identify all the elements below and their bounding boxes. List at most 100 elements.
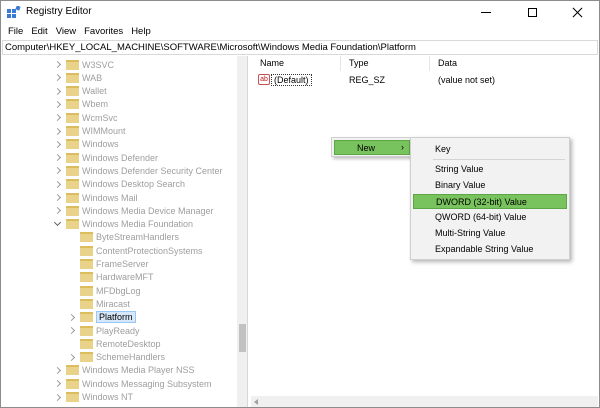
- column-divider[interactable]: [429, 56, 430, 71]
- tree-item-label: Windows Media Player NSS: [82, 365, 195, 376]
- tree-item-label: SchemeHandlers: [96, 352, 166, 363]
- menu-help[interactable]: Help: [127, 24, 155, 39]
- string-value-icon: ab: [258, 74, 270, 85]
- tree-item[interactable]: W3SVC: [54, 58, 114, 71]
- folder-icon: [66, 59, 79, 70]
- column-header-data[interactable]: Data: [438, 58, 457, 68]
- tree-item[interactable]: Windows Media Foundation: [54, 218, 193, 231]
- value-row[interactable]: ab (Default) REG_SZ (value not set): [251, 73, 598, 87]
- chevron-right-icon[interactable]: [54, 191, 62, 204]
- tree-item-label: Windows Defender Security Center: [82, 165, 223, 176]
- tree-item[interactable]: WIMMount: [54, 125, 126, 138]
- submenu-item[interactable]: QWORD (64-bit) Value: [413, 210, 567, 225]
- chevron-right-icon[interactable]: [68, 351, 76, 364]
- tree-item[interactable]: WAB: [54, 71, 102, 84]
- tree-item-label: ContentProtectionSystems: [96, 245, 203, 256]
- tree-item[interactable]: PlayReady: [68, 324, 140, 337]
- minimize-button[interactable]: [463, 1, 509, 24]
- chevron-right-icon[interactable]: [54, 85, 62, 98]
- tree-item[interactable]: HardwareMFT: [68, 271, 154, 284]
- tree-item-label: Windows Mail: [82, 192, 138, 203]
- tree-item[interactable]: Windows Defender Security Center: [54, 164, 223, 177]
- close-button[interactable]: [554, 1, 600, 24]
- tree-item[interactable]: Windows Defender: [54, 151, 158, 164]
- folder-icon: [66, 219, 79, 230]
- tree-item[interactable]: Wbem: [54, 98, 108, 111]
- submenu-item[interactable]: Expandable String Value: [413, 242, 567, 257]
- chevron-right-icon[interactable]: [54, 164, 62, 177]
- submenu-item[interactable]: DWORD (32-bit) Value: [413, 194, 567, 209]
- tree-item[interactable]: Windows NT: [54, 391, 133, 404]
- tree-item[interactable]: MFDbgLog: [68, 284, 141, 297]
- tree-item[interactable]: ContentProtectionSystems: [68, 244, 203, 257]
- submenu-item[interactable]: Key: [413, 142, 567, 157]
- tree-vertical-scrollbar[interactable]: [237, 56, 247, 407]
- chevron-right-icon[interactable]: [54, 391, 62, 404]
- values-horizontal-scrollbar[interactable]: [251, 396, 598, 407]
- tree-item[interactable]: RemoteDesktop: [68, 337, 161, 350]
- tree-item-label: PlayReady: [96, 325, 140, 336]
- chevron-right-icon[interactable]: [68, 311, 76, 324]
- tree-item[interactable]: Windows Desktop Search: [54, 178, 185, 191]
- scrollbar-thumb[interactable]: [239, 324, 246, 352]
- registry-tree: W3SVC WAB Wallet Wbem WcmSvc WIMMount Windows W…: [2, 56, 248, 407]
- tree-item[interactable]: Windows: [54, 138, 119, 151]
- tree-item[interactable]: Windows Media Device Manager: [54, 204, 214, 217]
- menu-file[interactable]: File: [4, 24, 27, 39]
- submenu-item[interactable]: String Value: [413, 162, 567, 177]
- chevron-right-icon[interactable]: [68, 324, 76, 337]
- minimize-icon: [481, 12, 491, 13]
- chevron-right-icon[interactable]: [54, 58, 62, 71]
- tree-item-label: Wallet: [82, 86, 107, 97]
- tree-item[interactable]: SchemeHandlers: [68, 351, 165, 364]
- chevron-right-icon[interactable]: [54, 138, 62, 151]
- tree-item[interactable]: Miracast: [68, 297, 130, 310]
- chevron-right-icon[interactable]: [54, 377, 62, 390]
- tree-item-label: Windows Defender: [82, 152, 159, 163]
- chevron-right-icon[interactable]: [54, 71, 62, 84]
- menu-favorites[interactable]: Favorites: [80, 24, 127, 39]
- menu-edit[interactable]: Edit: [27, 24, 51, 39]
- context-menu-new[interactable]: New ›: [334, 140, 410, 155]
- tree-item[interactable]: ByteStreamHandlers: [68, 231, 179, 244]
- submenu-item-label: Multi-String Value: [435, 228, 506, 238]
- tree-item[interactable]: Windows Media Player NSS: [54, 364, 195, 377]
- folder-icon: [66, 139, 79, 150]
- tree-item-label: ByteStreamHandlers: [96, 232, 180, 243]
- maximize-button[interactable]: [509, 1, 555, 24]
- tree-item-label: WIMMount: [82, 126, 126, 136]
- folder-icon: [66, 378, 79, 389]
- chevron-right-icon[interactable]: [54, 204, 62, 217]
- folder-icon: [66, 99, 79, 110]
- scroll-left-arrow-icon[interactable]: [254, 399, 258, 405]
- submenu-item[interactable]: Multi-String Value: [413, 226, 567, 241]
- submenu-item[interactable]: Binary Value: [413, 178, 567, 193]
- tree-item[interactable]: Platform: [68, 311, 136, 324]
- folder-icon: [66, 179, 79, 190]
- tree-item[interactable]: Windows Messaging Subsystem: [54, 377, 212, 390]
- column-header-type[interactable]: Type: [349, 58, 369, 68]
- chevron-down-icon[interactable]: [54, 218, 62, 231]
- chevron-right-icon[interactable]: [54, 125, 62, 138]
- address-bar[interactable]: Computer\HKEY_LOCAL_MACHINE\SOFTWARE\Mic…: [2, 40, 598, 55]
- column-divider[interactable]: [340, 56, 341, 71]
- chevron-right-icon[interactable]: [54, 364, 62, 377]
- tree-item[interactable]: Wallet: [54, 85, 107, 98]
- menu-view[interactable]: View: [52, 24, 80, 39]
- context-menu-new-label: New: [357, 143, 376, 153]
- tree-item[interactable]: FrameServer: [68, 258, 149, 271]
- chevron-right-icon[interactable]: [54, 151, 62, 164]
- tree-item-label: Windows Media Device Manager: [82, 205, 214, 216]
- chevron-right-icon[interactable]: [54, 98, 62, 111]
- value-type: REG_SZ: [349, 75, 386, 85]
- tree-item[interactable]: Windows Mail: [54, 191, 138, 204]
- tree-item[interactable]: WcmSvc: [54, 111, 118, 124]
- tree-item-label: HardwareMFT: [96, 272, 154, 283]
- folder-icon: [80, 245, 93, 256]
- column-header-name[interactable]: Name: [260, 58, 284, 68]
- chevron-right-icon[interactable]: [54, 111, 62, 124]
- context-menu: New ›: [331, 137, 413, 157]
- chevron-right-icon[interactable]: [54, 178, 62, 191]
